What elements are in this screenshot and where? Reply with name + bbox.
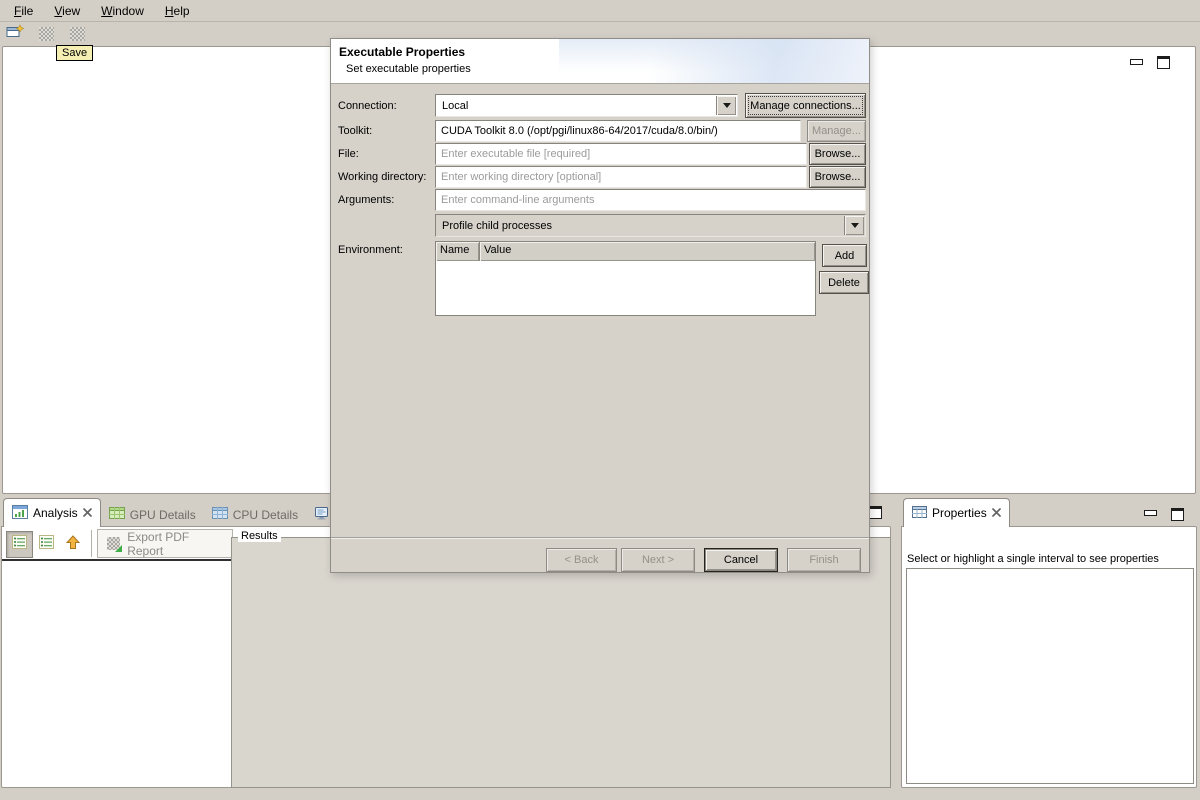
- header-gradient: [559, 39, 869, 83]
- tab-label: Analysis: [33, 506, 78, 520]
- new-session-icon: [6, 24, 24, 44]
- profile-child-processes-combo[interactable]: Profile child processes: [435, 214, 866, 237]
- save-tooltip: Save: [56, 45, 93, 61]
- chevron-down-icon[interactable]: [844, 216, 864, 235]
- tab-label: CPU Details: [233, 508, 298, 522]
- menu-window[interactable]: Window: [95, 1, 150, 21]
- tab-cpu-details[interactable]: CPU Details: [204, 502, 306, 527]
- menu-help[interactable]: Help: [159, 1, 196, 21]
- environment-table-header: Name Value: [436, 242, 815, 261]
- analysis-tabstrip: Analysis GPU Details CPU Details: [3, 497, 386, 527]
- finish-button: Finish: [787, 548, 861, 572]
- tab-analysis[interactable]: Analysis: [3, 498, 101, 527]
- menu-view[interactable]: View: [48, 1, 86, 21]
- arguments-label: Arguments:: [338, 194, 394, 206]
- analysis-list-alt-icon: [39, 535, 54, 554]
- cpu-details-icon: [212, 507, 228, 522]
- executable-properties-dialog: Executable Properties Set executable pro…: [330, 38, 870, 573]
- application-window: File View Window Help Save: [0, 0, 1200, 800]
- column-header-name[interactable]: Name: [436, 242, 480, 261]
- toolbar-separator: [91, 530, 92, 557]
- tab-label: GPU Details: [130, 508, 196, 522]
- minimize-icon[interactable]: [1144, 510, 1157, 516]
- results-group: Results: [231, 537, 891, 788]
- export-pdf-label: Export PDF Report: [127, 530, 223, 558]
- export-pdf-icon: [107, 537, 120, 550]
- browse-file-button[interactable]: Browse...: [809, 143, 866, 165]
- file-field[interactable]: [435, 143, 807, 165]
- file-label: File:: [338, 148, 359, 160]
- analysis-list-alt-button[interactable]: [33, 531, 60, 558]
- browse-working-directory-button[interactable]: Browse...: [809, 166, 866, 188]
- analysis-icon: [12, 505, 28, 522]
- properties-panel-content: Select or highlight a single interval to…: [901, 526, 1197, 788]
- tab-gpu-details[interactable]: GPU Details: [101, 502, 204, 527]
- connection-combo[interactable]: Local: [435, 94, 738, 117]
- export-pdf-report-button[interactable]: Export PDF Report: [97, 529, 233, 558]
- column-header-value[interactable]: Value: [480, 242, 815, 261]
- connection-value: Local: [442, 100, 468, 112]
- arguments-field[interactable]: [435, 189, 866, 211]
- manage-connections-button[interactable]: Manage connections...: [745, 93, 866, 118]
- toolkit-field[interactable]: [435, 120, 801, 142]
- save-session-button: [67, 25, 87, 43]
- maximize-icon[interactable]: [869, 506, 882, 519]
- dialog-button-separator: [331, 537, 869, 539]
- up-arrow-icon: [66, 535, 80, 555]
- working-directory-field[interactable]: [435, 166, 807, 188]
- tab-label: Properties: [932, 506, 987, 520]
- dialog-header: Executable Properties Set executable pro…: [331, 39, 869, 84]
- dialog-subtitle: Set executable properties: [346, 63, 471, 75]
- open-session-icon: [39, 27, 54, 41]
- menu-bar: File View Window Help: [0, 0, 1200, 22]
- maximize-icon[interactable]: [1157, 56, 1170, 69]
- analysis-toolbar-underline: [2, 559, 233, 561]
- toolkit-label: Toolkit:: [338, 125, 372, 137]
- save-session-icon: [70, 27, 85, 41]
- cancel-button[interactable]: Cancel: [704, 548, 778, 572]
- environment-table[interactable]: Name Value: [435, 241, 816, 316]
- properties-panel: Select or highlight a single interval to…: [900, 497, 1198, 791]
- manage-toolkit-button: Manage...: [807, 120, 866, 142]
- environment-label: Environment:: [338, 244, 403, 256]
- tab-properties[interactable]: Properties: [903, 498, 1010, 527]
- chevron-down-icon[interactable]: [716, 96, 736, 115]
- properties-tabstrip: Properties: [903, 497, 1010, 527]
- analysis-list-button[interactable]: [6, 531, 33, 558]
- console-icon: [314, 507, 329, 523]
- close-icon[interactable]: [83, 506, 92, 520]
- gpu-details-icon: [109, 507, 125, 522]
- add-environment-button[interactable]: Add: [822, 244, 867, 267]
- new-session-button[interactable]: [5, 25, 25, 43]
- next-button: Next >: [621, 548, 695, 572]
- analysis-list-icon: [12, 535, 27, 554]
- menu-file[interactable]: File: [8, 1, 39, 21]
- properties-icon: [912, 506, 927, 521]
- properties-empty-box: [906, 568, 1194, 784]
- maximize-icon[interactable]: [1171, 508, 1184, 521]
- connection-label: Connection:: [338, 100, 397, 112]
- open-session-button: [36, 25, 56, 43]
- dialog-title: Executable Properties: [339, 45, 465, 59]
- minimize-icon[interactable]: [1130, 59, 1143, 65]
- working-directory-label: Working directory:: [338, 171, 426, 183]
- close-icon[interactable]: [992, 506, 1001, 520]
- up-arrow-button[interactable]: [59, 531, 86, 558]
- properties-message: Select or highlight a single interval to…: [907, 553, 1159, 565]
- results-group-label: Results: [238, 530, 281, 542]
- profile-child-processes-value: Profile child processes: [442, 220, 552, 232]
- back-button: < Back: [546, 548, 617, 572]
- delete-environment-button[interactable]: Delete: [819, 271, 869, 294]
